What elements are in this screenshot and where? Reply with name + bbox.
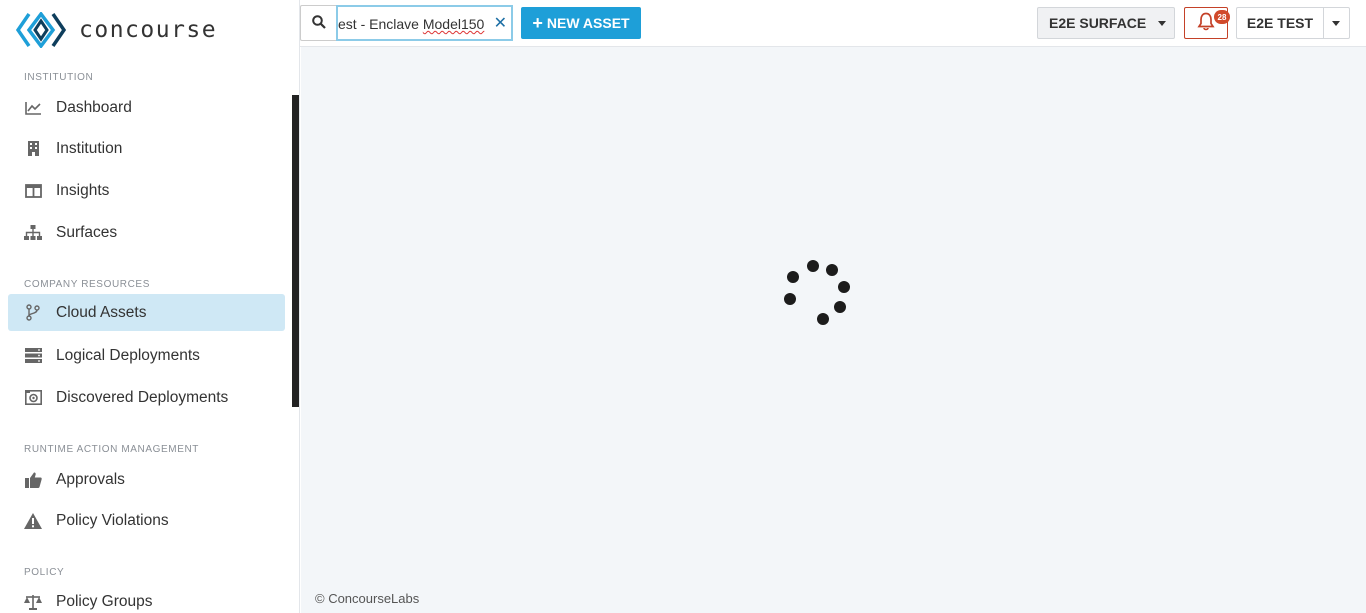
spinner-dot xyxy=(838,281,850,293)
sidebar-item-label: Cloud Assets xyxy=(56,303,147,321)
sidebar-item-discovered-deployments[interactable]: Discovered Deployments xyxy=(8,379,285,416)
sidebar-item-institution[interactable]: Institution xyxy=(8,130,285,167)
sidebar-scrollbar[interactable] xyxy=(292,95,299,407)
section-label-institution: INSTITUTION xyxy=(24,72,94,83)
concourse-logo-icon xyxy=(16,12,66,48)
top-header: est - Enclave Model150 ✕ + NEW ASSET E2E… xyxy=(300,0,1366,47)
brand-name: concourse xyxy=(79,17,218,43)
sidebar-item-cloud-assets[interactable]: Cloud Assets xyxy=(8,294,285,331)
chart-line-icon xyxy=(24,99,42,117)
section-label-runtime-action-management: RUNTIME ACTION MANAGEMENT xyxy=(24,444,200,455)
surface-select[interactable]: E2E SURFACE xyxy=(1037,7,1175,39)
plus-icon: + xyxy=(532,12,543,33)
spinner-dot xyxy=(807,260,819,272)
sidebar-item-label: Dashboard xyxy=(56,98,132,116)
new-asset-button[interactable]: + NEW ASSET xyxy=(521,7,641,39)
sidebar-item-label: Policy Groups xyxy=(56,592,153,610)
notifications-button[interactable]: 28 xyxy=(1184,7,1230,39)
sidebar-item-dashboard[interactable]: Dashboard xyxy=(8,89,285,126)
sidebar-item-policy-violations[interactable]: Policy Violations xyxy=(8,502,285,539)
section-label-company-resources: COMPANY RESOURCES xyxy=(24,279,150,290)
columns-icon xyxy=(24,182,42,200)
sidebar-item-label: Policy Violations xyxy=(56,511,169,529)
brand-logo[interactable]: concourse xyxy=(16,12,217,48)
sidebar-item-label: Surfaces xyxy=(56,223,118,241)
chevron-down-icon xyxy=(1158,21,1166,26)
search-button[interactable] xyxy=(300,5,337,41)
balance-scale-icon xyxy=(24,593,42,611)
branch-icon xyxy=(24,304,42,322)
sidebar-item-surfaces[interactable]: Surfaces xyxy=(8,214,285,251)
server-icon xyxy=(24,347,42,365)
warning-icon xyxy=(24,512,42,530)
notification-count-badge: 28 xyxy=(1214,10,1230,24)
spinner-dot xyxy=(787,271,799,283)
section-label-policy: POLICY xyxy=(24,567,65,578)
building-icon xyxy=(24,140,42,158)
new-asset-label: NEW ASSET xyxy=(546,15,630,31)
sidebar-item-label: Approvals xyxy=(56,470,125,488)
search-input[interactable]: est - Enclave Model150 ✕ xyxy=(336,5,513,41)
spinner-dot xyxy=(826,264,838,276)
loading-spinner xyxy=(780,257,852,329)
main-content: © ConcourseLabs xyxy=(301,47,1366,613)
spinner-dot xyxy=(784,293,796,305)
footer-copyright: © ConcourseLabs xyxy=(315,591,420,606)
sidebar: concourse INSTITUTION Dashboard Institut… xyxy=(0,0,300,613)
sidebar-item-label: Discovered Deployments xyxy=(56,388,229,406)
spinner-dot xyxy=(834,301,846,313)
user-label: E2E TEST xyxy=(1246,15,1314,31)
sidebar-item-insights[interactable]: Insights xyxy=(8,172,285,209)
bell-icon xyxy=(1197,12,1215,34)
user-menu-dropdown-toggle[interactable] xyxy=(1323,7,1350,39)
spinner-dot xyxy=(817,313,829,325)
sidebar-item-label: Institution xyxy=(56,139,123,157)
thumbs-up-icon xyxy=(24,471,42,489)
sitemap-icon xyxy=(24,224,42,242)
search-icon xyxy=(312,14,326,32)
surface-select-value: E2E SURFACE xyxy=(1049,15,1147,31)
chevron-down-icon xyxy=(1332,21,1340,26)
sidebar-item-label: Logical Deployments xyxy=(56,346,200,364)
sidebar-item-label: Insights xyxy=(56,181,110,199)
radar-icon xyxy=(24,389,42,407)
user-menu-button[interactable]: E2E TEST xyxy=(1236,7,1324,39)
sidebar-item-policy-groups[interactable]: Policy Groups xyxy=(8,583,285,613)
close-icon[interactable]: ✕ xyxy=(494,13,507,33)
sidebar-item-approvals[interactable]: Approvals xyxy=(8,461,285,498)
search-input-value: est - Enclave Model150 xyxy=(338,16,485,32)
sidebar-item-logical-deployments[interactable]: Logical Deployments xyxy=(8,337,285,374)
